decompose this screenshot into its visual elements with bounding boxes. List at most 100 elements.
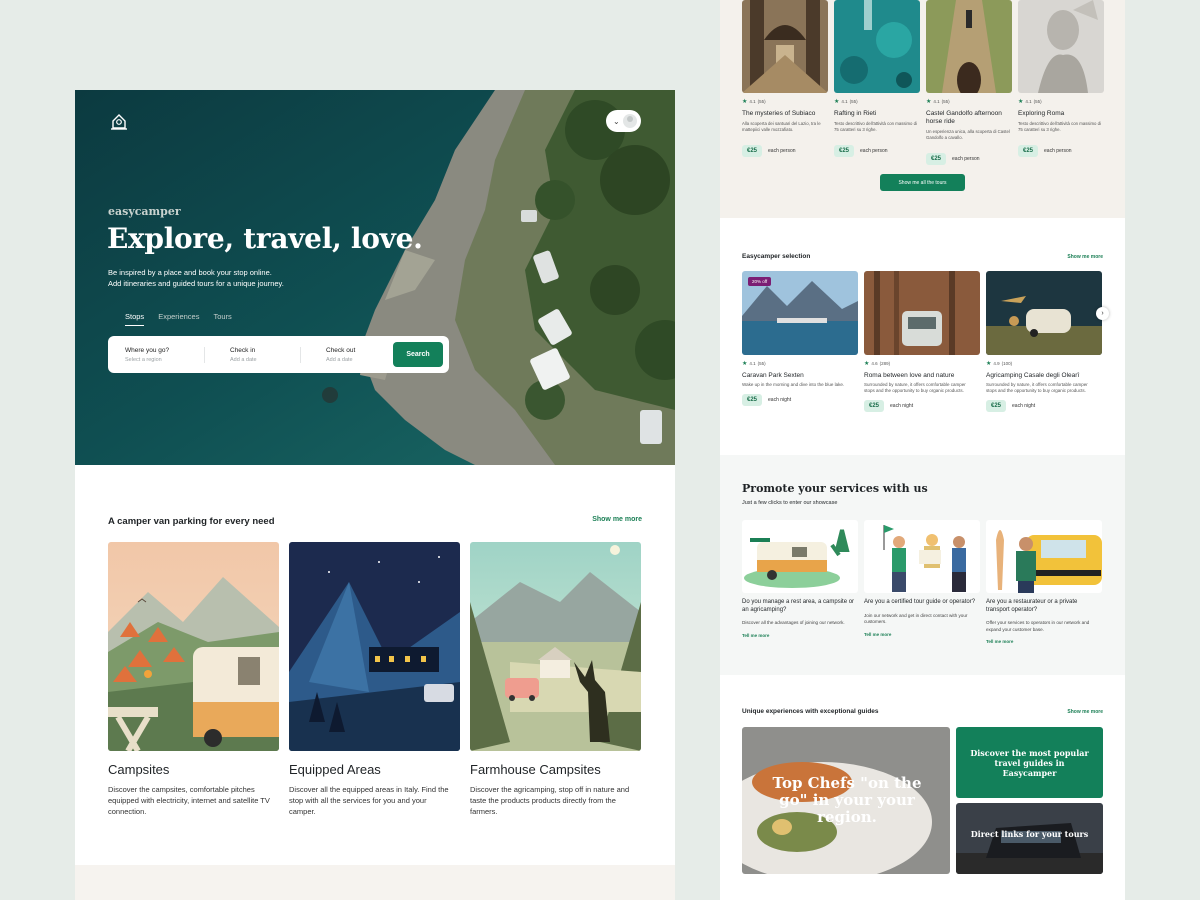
tour-rating: ★ 4.1 (55) [926, 98, 1012, 105]
parking-section-title: A camper van parking for every need [108, 516, 275, 527]
tour-name: Rafting in Rieti [834, 110, 877, 117]
equipped-areas-illustration [289, 542, 460, 751]
farmhouse-campsites-illustration [470, 542, 641, 751]
category-card-farmhouse-campsites[interactable]: Farmhouse Campsites Discover the agricam… [470, 542, 641, 817]
tour-rating: ★ 4.1 (55) [742, 98, 828, 105]
user-menu[interactable]: ⌄ [606, 110, 641, 132]
checkout-field[interactable]: Check out Add a date [300, 346, 396, 363]
star-icon: ★ [926, 99, 932, 105]
rating-count: (55) [849, 99, 858, 104]
promo-card-rest-area[interactable]: Do you manage a rest area, a campsite or… [742, 520, 858, 638]
hero-subtitle-line-2: Add itineraries and guided tours for a u… [108, 279, 284, 288]
campsite-card[interactable]: 20% off ★ 4.1 (55) Caravan Park Sexten Wak… [742, 271, 858, 406]
campsite-card[interactable]: ★ 4.9 (100) Agricamping Casale degli Olear… [986, 271, 1102, 412]
tour-name: Exploring Roma [1018, 110, 1065, 117]
star-icon: ★ [1018, 99, 1024, 105]
rating-value: 4.6 [871, 361, 878, 366]
price-pill: €25 [742, 145, 763, 157]
landing-page: ⌄ easycamper Explore, travel, love. Be i… [75, 90, 675, 900]
campsite-description: Wake up in the morning and dive into the… [742, 382, 845, 387]
selection-show-more-link[interactable]: Show me more [1067, 254, 1103, 260]
where-placeholder: Select a region [125, 356, 162, 363]
selection-section: Easycamper selection Show me more 20% of… [720, 232, 1125, 452]
rating-value: 4.1 [933, 99, 940, 104]
promote-section: Promote your services with us Just a few… [720, 455, 1125, 675]
hero-subtitle-line-1: Be inspired by a place and book your sto… [108, 268, 272, 277]
category-card-equipped-areas[interactable]: Equipped Areas Discover all the equipped… [289, 542, 460, 817]
tour-guide-illustration [864, 520, 980, 593]
checkin-field[interactable]: Check in Add a date [204, 346, 300, 363]
campsite-image-caravan [986, 271, 1102, 355]
campsite-card[interactable]: ★ 4.6 (289) Roma between love and nature S… [864, 271, 980, 412]
tab-tours[interactable]: Tours [213, 312, 231, 321]
tour-card[interactable]: ★ 4.1 (55) Castel Gandolfo afternoon horse… [926, 0, 1012, 165]
promo-description: Discover all the advantages of joining o… [742, 620, 845, 625]
selection-title: Easycamper selection [742, 253, 811, 260]
tab-stops[interactable]: Stops [125, 312, 145, 326]
category-description: Discover the agricamping, stop off in na… [470, 785, 630, 816]
promote-title: Promote your services with us [742, 482, 928, 495]
campsite-image-lake: 20% off [742, 271, 858, 355]
carousel-next-arrow-icon[interactable]: › [1096, 307, 1109, 320]
tour-name: Castel Gandolfo afternoon horse ride [926, 110, 1002, 125]
price-unit: each person [952, 156, 980, 162]
rating-count: (55) [1033, 99, 1042, 104]
where-label: Where you go? [125, 346, 170, 354]
category-title: Campsites [108, 762, 170, 777]
tour-image-rafting [834, 0, 920, 93]
promote-subtitle: Just a few clicks to enter our showcase [742, 500, 838, 506]
rating-value: 4.1 [841, 99, 848, 104]
rating-value: 4.1 [749, 361, 756, 366]
direct-links-card[interactable]: Direct links for your tours [956, 803, 1103, 874]
top-chefs-card[interactable]: Top Chefs "on the go" in your your regio… [742, 727, 950, 874]
promo-card-transport[interactable]: Are you a restaurateur or a private tran… [986, 520, 1102, 644]
guides-show-more-link[interactable]: Show me more [1067, 709, 1103, 715]
top-chefs-text: Top Chefs "on the go" in your your regio… [772, 774, 922, 826]
tab-experiences[interactable]: Experiences [158, 312, 199, 321]
tour-card[interactable]: ★ 4.1 (55) Rafting in Rieti Testo descritt… [834, 0, 920, 157]
rating-count: (55) [757, 99, 766, 104]
show-all-tours-button[interactable]: Show me all the tours [880, 174, 965, 191]
star-icon: ★ [742, 361, 748, 367]
campsite-image-forest [864, 271, 980, 355]
tour-image-statue [1018, 0, 1104, 93]
campsite-rating: ★ 4.1 (55) [742, 360, 858, 367]
tour-card[interactable]: ★ 4.1 (55) Exploring Roma Testo descrittiv… [1018, 0, 1104, 157]
category-card-campsites[interactable]: Campsites Discover the campsites, comfor… [108, 542, 279, 817]
discount-badge: 20% off [748, 277, 772, 286]
price-unit: each person [860, 148, 888, 154]
tour-card[interactable]: ★ 4.1 (55) The mysteries of Subiaco Alla s… [742, 0, 828, 157]
guides-title: Unique experiences with exceptional guid… [742, 708, 879, 715]
easycamper-logo-icon[interactable] [109, 112, 129, 132]
star-icon: ★ [986, 361, 992, 367]
popular-guides-card[interactable]: Discover the most popular travel guides … [956, 727, 1103, 798]
tell-me-more-link[interactable]: Tell me more [986, 639, 1102, 644]
search-button[interactable]: Search [393, 342, 443, 367]
checkout-label: Check out [326, 346, 356, 354]
rest-area-illustration [742, 520, 858, 593]
tour-rating: ★ 4.1 (55) [834, 98, 920, 105]
parking-show-more-link[interactable]: Show me more [592, 516, 642, 523]
tour-description: Un esperienza unica, alla scoperta di Ca… [926, 129, 1010, 140]
where-field[interactable]: Where you go? Select a region [108, 347, 204, 363]
tour-image-cloister [742, 0, 828, 93]
tour-description: Testo descrittivo dell'attività con mass… [1018, 121, 1101, 132]
tour-description: Alla scoperta dei santuari del Lazio, tr… [742, 121, 821, 132]
category-description: Discover all the equipped areas in Italy… [289, 785, 449, 816]
search-bar: Where you go? Select a region Check in A… [108, 336, 449, 373]
price-pill: €25 [864, 400, 885, 412]
tell-me-more-link[interactable]: Tell me more [864, 632, 980, 637]
tour-image-horse-ride [926, 0, 1012, 93]
rating-count: (289) [879, 361, 891, 366]
campsite-rating: ★ 4.6 (289) [864, 360, 980, 367]
tell-me-more-link[interactable]: Tell me more [742, 633, 858, 638]
hero-subtitle: Be inspired by a place and book your sto… [108, 267, 368, 289]
price-pill: €25 [742, 394, 763, 406]
checkin-label: Check in [230, 346, 256, 354]
price-pill: €25 [1018, 145, 1039, 157]
guides-section: Unique experiences with exceptional guid… [720, 690, 1125, 900]
category-description: Discover the campsites, comfortable pitc… [108, 785, 270, 816]
promo-card-tour-guide[interactable]: Are you a certified tour guide or operat… [864, 520, 980, 637]
rating-value: 4.1 [749, 99, 756, 104]
promo-question: Are you a certified tour guide or operat… [864, 599, 976, 605]
